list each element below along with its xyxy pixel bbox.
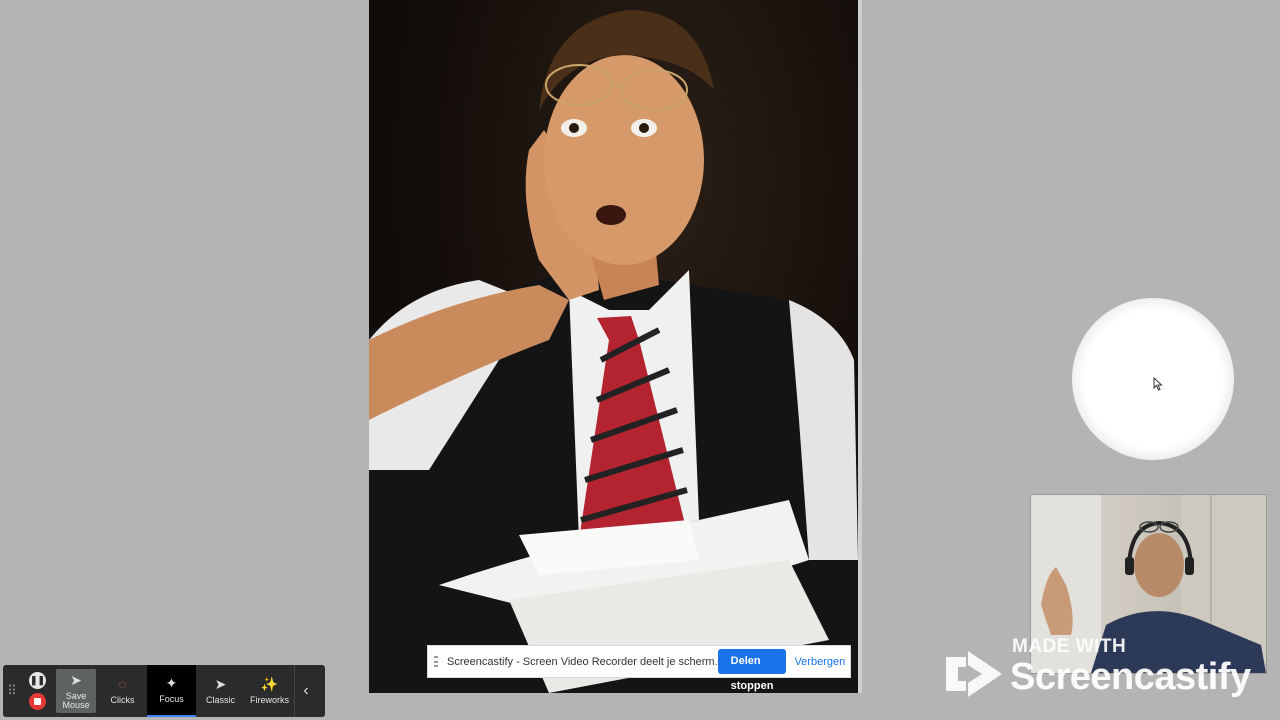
focus-cursor-icon: ✦ bbox=[165, 675, 178, 691]
classic-cursor-icon: ➤ bbox=[214, 676, 227, 692]
tool-classic[interactable]: ➤ Classic bbox=[196, 665, 245, 717]
tool-classic-label: Classic bbox=[205, 695, 235, 705]
tool-fireworks[interactable]: ✨ Fireworks bbox=[245, 665, 294, 717]
pause-icon[interactable]: ❚❚ bbox=[29, 672, 46, 689]
tool-clicks-label: Clicks bbox=[110, 695, 135, 705]
tool-clicks[interactable]: ◌ Clicks bbox=[98, 665, 147, 717]
mouse-pointer-icon bbox=[1153, 377, 1163, 391]
cursor-icon: ➤ bbox=[70, 671, 82, 688]
drag-handle-icon[interactable] bbox=[434, 656, 438, 667]
stop-sharing-button[interactable]: Delen stoppen bbox=[717, 649, 787, 692]
tool-focus[interactable]: ✦ Focus bbox=[147, 665, 196, 717]
hide-button[interactable]: Verbergen bbox=[794, 656, 845, 668]
screencastify-logo-icon bbox=[946, 651, 1002, 697]
main-photo bbox=[369, 0, 858, 693]
record-controls: ❚❚ bbox=[21, 665, 54, 717]
tool-fireworks-label: Fireworks bbox=[249, 695, 289, 705]
chevron-left-icon[interactable]: ‹ bbox=[294, 665, 317, 717]
toolbar-drag-handle-icon[interactable]: ⠿ bbox=[3, 665, 21, 717]
watermark-made-with: MADE WITH bbox=[1012, 636, 1127, 657]
screen-share-bar: Screencastify - Screen Video Recorder de… bbox=[427, 645, 851, 692]
fireworks-icon: ✨ bbox=[260, 676, 279, 692]
tool-focus-label: Focus bbox=[159, 694, 184, 704]
stop-record-icon[interactable] bbox=[29, 693, 46, 710]
tool-save-mouse[interactable]: ➤ Save Mouse bbox=[56, 669, 96, 713]
tool-save-mouse-label: Save Mouse bbox=[62, 690, 90, 710]
screencastify-watermark: MADE WITH Screencastify bbox=[944, 636, 1264, 706]
recording-toolbar: ⠿ ❚❚ ➤ Save Mouse ◌ Clicks ✦ Focus ➤ Cla… bbox=[3, 665, 325, 717]
click-ring-icon: ◌ bbox=[118, 676, 127, 692]
share-message: Screencastify - Screen Video Recorder de… bbox=[447, 655, 718, 668]
watermark-brand: Screencastify bbox=[1010, 656, 1251, 698]
